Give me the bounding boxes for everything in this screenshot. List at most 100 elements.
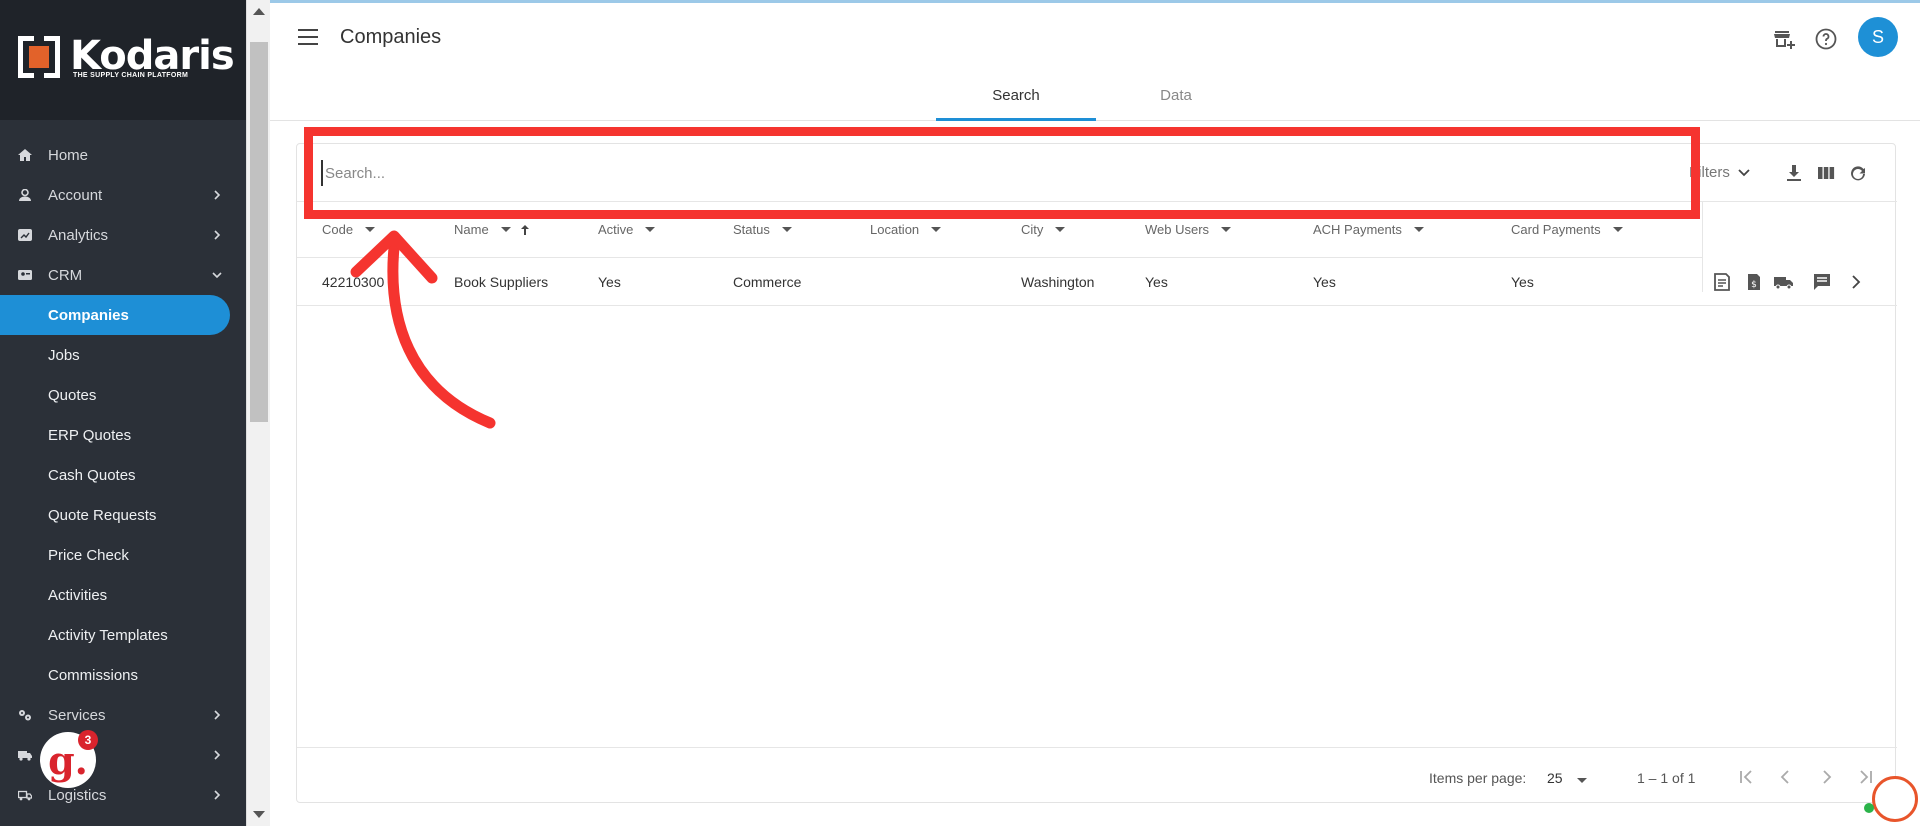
caret-down-icon	[365, 227, 376, 232]
cell-city: Washington	[1021, 274, 1095, 290]
sidebar-item-commissions[interactable]: Commissions	[0, 655, 246, 695]
chevron-right-icon[interactable]	[1845, 271, 1867, 293]
top-bar: Companies S Search Data	[270, 3, 1920, 121]
sidebar-item-crm[interactable]: CRM	[0, 255, 246, 295]
refresh-icon[interactable]	[1847, 162, 1869, 184]
caret-down-icon	[781, 227, 792, 232]
cell-code: 42210300	[322, 274, 385, 290]
cell-name: Book Suppliers	[454, 274, 549, 290]
paginator: Items per page: 25 1 – 1 of 1	[297, 747, 1897, 804]
home-icon	[18, 149, 32, 161]
range-label: 1 – 1 of 1	[1637, 770, 1696, 786]
chevron-right-icon	[214, 790, 221, 800]
shipping-icon	[18, 789, 32, 801]
column-header-location[interactable]: Location	[870, 222, 942, 237]
sidebar-item-price-check[interactable]: Price Check	[0, 535, 246, 575]
chevron-right-icon	[214, 750, 221, 760]
sidebar-item-fleet[interactable]	[0, 735, 246, 775]
chevron-right-icon	[214, 190, 221, 200]
chevron-right-icon	[214, 230, 221, 240]
sidebar-item-erp-quotes[interactable]: ERP Quotes	[0, 415, 246, 455]
chevron-right-icon	[214, 710, 221, 720]
sidebar-item-jobs[interactable]: Jobs	[0, 335, 246, 375]
table-row[interactable]: 42210300 Book Suppliers Yes Commerce Was…	[297, 258, 1897, 306]
companies-table-card: Filters Code Name Active Status Location…	[296, 143, 1897, 804]
caret-down-icon	[1413, 227, 1424, 232]
brand-name: Kodaris	[70, 33, 235, 79]
column-header-card-payments[interactable]: Card Payments	[1511, 222, 1623, 237]
sidebar-scrollbar[interactable]	[246, 0, 270, 826]
column-header-code[interactable]: Code	[322, 222, 376, 237]
caret-down-icon	[1612, 227, 1623, 232]
add-store-icon[interactable]	[1772, 27, 1796, 51]
last-page-icon[interactable]	[1857, 768, 1875, 786]
brand-tagline: THE SUPPLY CHAIN PLATFORM	[73, 72, 189, 79]
svg-text:$: $	[1751, 280, 1757, 290]
column-header-active[interactable]: Active	[598, 222, 656, 237]
table-header: Code Name Active Status Location City We…	[297, 202, 1702, 258]
column-header-city[interactable]: City	[1021, 222, 1066, 237]
chat-support-icon[interactable]	[1872, 776, 1918, 822]
chevron-down-icon	[212, 272, 222, 279]
caret-down-icon	[645, 227, 656, 232]
invoice-icon[interactable]	[1711, 271, 1733, 293]
column-header-ach-payments[interactable]: ACH Payments	[1313, 222, 1424, 237]
contacts-icon	[18, 269, 32, 281]
scroll-up-icon[interactable]	[253, 8, 265, 15]
previous-page-icon[interactable]	[1777, 768, 1795, 786]
sidebar-item-services[interactable]: Services	[0, 695, 246, 735]
sidebar-item-quotes[interactable]: Quotes	[0, 375, 246, 415]
next-page-icon[interactable]	[1817, 768, 1835, 786]
sort-ascending-icon	[520, 224, 529, 235]
column-header-web-users[interactable]: Web Users	[1145, 222, 1232, 237]
kodaris-logo-icon	[18, 36, 60, 78]
comment-icon[interactable]	[1811, 271, 1833, 293]
scroll-down-icon[interactable]	[253, 811, 265, 818]
tab-search[interactable]: Search	[936, 87, 1096, 104]
grammarly-count-badge: 3	[78, 730, 98, 750]
avatar[interactable]: S	[1858, 17, 1898, 57]
sidebar-item-label: Logistics	[48, 786, 107, 804]
sidebar-item-label: Account	[48, 186, 103, 204]
chevron-down-icon[interactable]	[1737, 166, 1751, 180]
sidebar: Kodaris THE SUPPLY CHAIN PLATFORM Home A…	[0, 0, 246, 826]
shipping-truck-icon[interactable]	[1773, 271, 1795, 293]
sidebar-item-label: Analytics	[48, 226, 109, 244]
sidebar-item-quote-requests[interactable]: Quote Requests	[0, 495, 246, 535]
first-page-icon[interactable]	[1737, 768, 1755, 786]
sidebar-item-label: Services	[48, 706, 106, 724]
truck-icon	[18, 749, 32, 761]
filters-button[interactable]: Filters	[1689, 164, 1730, 181]
tab-data[interactable]: Data	[1096, 87, 1256, 104]
scrollbar-thumb[interactable]	[250, 42, 268, 422]
sidebar-item-companies[interactable]: Companies	[0, 295, 230, 335]
page-size-select[interactable]: 25	[1547, 770, 1587, 786]
caret-down-icon	[1221, 227, 1232, 232]
sidebar-item-logistics[interactable]: Logistics	[0, 775, 246, 815]
sidebar-item-cash-quotes[interactable]: Cash Quotes	[0, 455, 246, 495]
cell-ach-payments: Yes	[1313, 274, 1336, 290]
sidebar-item-label: Home	[48, 146, 89, 164]
active-tab-indicator	[936, 118, 1096, 121]
search-input[interactable]	[321, 160, 1421, 186]
sidebar-item-activity-templates[interactable]: Activity Templates	[0, 615, 246, 655]
payment-document-icon[interactable]: $	[1743, 271, 1765, 293]
caret-down-icon	[1055, 227, 1066, 232]
sidebar-item-label: CRM	[48, 266, 83, 284]
cell-active: Yes	[598, 274, 621, 290]
sidebar-item-home[interactable]: Home	[0, 135, 246, 175]
items-per-page-label: Items per page:	[1429, 770, 1527, 786]
sidebar-item-activities[interactable]: Activities	[0, 575, 246, 615]
download-icon[interactable]	[1783, 162, 1805, 184]
cell-card-payments: Yes	[1511, 274, 1534, 290]
columns-icon[interactable]	[1815, 162, 1837, 184]
sidebar-item-account[interactable]: Account	[0, 175, 246, 215]
column-header-name[interactable]: Name	[454, 222, 531, 237]
logo-area: Kodaris THE SUPPLY CHAIN PLATFORM	[0, 0, 246, 120]
menu-icon[interactable]	[298, 29, 318, 45]
sidebar-item-analytics[interactable]: Analytics	[0, 215, 246, 255]
column-header-status[interactable]: Status	[733, 222, 792, 237]
chart-icon	[18, 229, 32, 241]
help-icon[interactable]	[1814, 27, 1838, 51]
caret-down-icon	[500, 227, 511, 232]
